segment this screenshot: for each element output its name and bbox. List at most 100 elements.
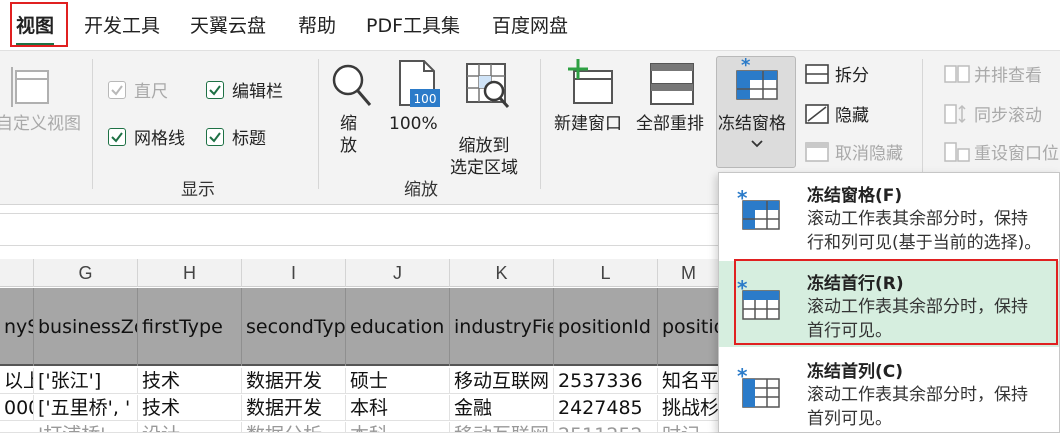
custom-view-icon (11, 67, 49, 107)
table-cell[interactable]: 数据开发 (242, 368, 346, 394)
show-group-label: 显示 (181, 180, 215, 200)
header-cell[interactable]: firstType (138, 288, 242, 366)
hide-button[interactable]: 隐藏 (835, 101, 869, 126)
menu-item-freeze-first-column[interactable]: * 冻结首列(C) 滚动工作表其余部分时，保持 首列可见。 (719, 349, 1059, 433)
headings-checkbox[interactable]: 标题 (206, 124, 266, 149)
table-cell[interactable]: 本科 (346, 422, 450, 432)
split-button[interactable]: 拆分 (835, 61, 869, 86)
table-cell[interactable]: 设计 (138, 422, 242, 432)
table-cell[interactable]: 数据开发 (242, 395, 346, 421)
tab-developer-tools[interactable]: 开发工具 (84, 8, 160, 44)
table-cell[interactable]: 挑战杉 (658, 395, 720, 421)
menu-item-title: 冻结窗格(F) (807, 186, 903, 206)
zoom-label-line2: 放 (340, 136, 357, 156)
zoom-100-icon-text: 100 (414, 92, 437, 106)
unhide-button[interactable]: 取消隐藏 (835, 139, 903, 164)
table-cell[interactable]: 000, (0, 395, 34, 421)
table-cell[interactable]: 数据分析 (242, 422, 346, 432)
freeze-panes-label: 冻结窗格 (718, 114, 786, 134)
zoom-group-label: 缩放 (404, 180, 438, 200)
headings-label: 标题 (232, 129, 266, 149)
freeze-panes-icon: * (736, 57, 778, 100)
column-header-i[interactable]: I (242, 259, 346, 287)
gridlines-label: 网格线 (134, 129, 185, 149)
column-header-k[interactable]: K (450, 259, 554, 287)
menu-item-desc: 首列可见。 (807, 409, 892, 429)
menu-item-title: 冻结首列(C) (807, 362, 904, 382)
hide-icon (805, 104, 829, 124)
zoom-100-button[interactable]: 100% (389, 113, 438, 135)
column-header-j[interactable]: J (346, 259, 450, 287)
custom-view-button[interactable]: 自定义视图 (0, 113, 81, 135)
reset-position-icon (944, 142, 970, 162)
checkbox-icon (108, 127, 126, 146)
menu-item-freeze-panes[interactable]: * 冻结窗格(F) 滚动工作表其余部分时，保持 行和列可见(基于当前的选择)。 (719, 173, 1059, 259)
freeze-first-column-icon: * (737, 365, 780, 408)
header-cell[interactable]: industryFie (450, 288, 554, 366)
sync-scroll-icon (944, 104, 966, 124)
zoom-button[interactable]: 缩 放 (340, 113, 357, 157)
table-cell[interactable]: 本科 (346, 395, 450, 421)
checkbox-icon (206, 80, 224, 99)
new-window-button[interactable]: 新建窗口 (554, 113, 622, 135)
tab-help[interactable]: 帮助 (298, 8, 336, 44)
table-cell[interactable]: 2511252 (554, 422, 658, 432)
table-cell[interactable]: ['五里桥', ' (34, 395, 138, 421)
column-header-h[interactable]: H (138, 259, 242, 287)
table-cell[interactable]: 硕士 (346, 368, 450, 394)
header-cell[interactable]: nyS (0, 288, 34, 366)
arrange-all-button[interactable]: 全部重排 (636, 113, 704, 135)
column-header-m[interactable]: M (658, 259, 720, 287)
column-header-partial[interactable] (0, 259, 34, 287)
table-cell[interactable]: 移动互联网 (450, 422, 554, 432)
reset-position-button[interactable]: 重设窗口位 (974, 139, 1059, 164)
svg-text:*: * (737, 187, 748, 210)
zoom-to-selection-button[interactable]: 缩放到 选定区域 (450, 135, 518, 179)
arrange-all-icon (650, 63, 694, 105)
zoom-100-icon: 100 (399, 60, 440, 107)
zoom-magnifier-icon (332, 64, 372, 106)
ruler-checkbox[interactable]: 直尺 (108, 77, 168, 102)
table-cell[interactable]: 2427485 (554, 395, 658, 421)
header-cell[interactable]: positionId (554, 288, 658, 366)
sync-scroll-button[interactable]: 同步滚动 (974, 101, 1042, 126)
menu-bar: 视图 开发工具 天翼云盘 帮助 PDF工具集 百度网盘 (0, 0, 1060, 50)
checkbox-icon (108, 80, 126, 99)
table-cell[interactable]: 技术 (138, 395, 242, 421)
table-row: 000, ['五里桥', ' 技术 数据开发 本科 金融 2427485 挑战杉 (0, 395, 720, 421)
tab-tianyi-cloud[interactable]: 天翼云盘 (190, 8, 266, 44)
table-cell[interactable]: ['张江'] (34, 368, 138, 394)
table-cell[interactable]: 时记 (658, 422, 720, 432)
column-header-g[interactable]: G (34, 259, 138, 287)
formula-bar[interactable] (0, 213, 720, 246)
table-cell[interactable]: 技术 (138, 368, 242, 394)
table-cell[interactable]: 金融 (450, 395, 554, 421)
header-cell[interactable]: businessZo (34, 288, 138, 366)
svg-text:*: * (737, 365, 748, 388)
tab-pdf-tools[interactable]: PDF工具集 (366, 8, 460, 44)
header-cell[interactable]: secondTyp (242, 288, 346, 366)
view-tab-highlight-box (10, 2, 68, 47)
menu-item-desc: 滚动工作表其余部分时，保持 (807, 385, 1028, 405)
zoom-to-selection-icon (466, 63, 510, 108)
table-cell[interactable]: 以上 (0, 368, 34, 394)
column-header-l[interactable]: L (554, 259, 658, 287)
table-cell[interactable]: 2537336 (554, 368, 658, 394)
svg-text:*: * (741, 57, 751, 76)
side-by-side-button[interactable]: 并排查看 (974, 61, 1042, 86)
header-cell[interactable]: education (346, 288, 450, 366)
group-separator (318, 59, 319, 189)
table-row: '打浦桥' 设计 数据分析 本科 移动互联网 2511252 时记 (0, 422, 720, 433)
header-cell[interactable]: positio (658, 288, 720, 366)
tab-baidu-netdisk[interactable]: 百度网盘 (492, 8, 568, 44)
group-separator (540, 59, 541, 189)
zoom-sel-label-line1: 缩放到 (458, 136, 510, 156)
gridlines-checkbox[interactable]: 网格线 (108, 124, 185, 149)
table-cell[interactable]: 移动互联网 (450, 368, 554, 394)
group-separator (922, 59, 923, 189)
formula-bar-checkbox[interactable]: 编辑栏 (206, 77, 283, 102)
formula-bar-label: 编辑栏 (232, 82, 283, 102)
table-cell[interactable]: '打浦桥' (34, 422, 138, 432)
freeze-panes-icon: * (737, 187, 780, 230)
table-cell[interactable]: 知名平 (658, 368, 720, 394)
